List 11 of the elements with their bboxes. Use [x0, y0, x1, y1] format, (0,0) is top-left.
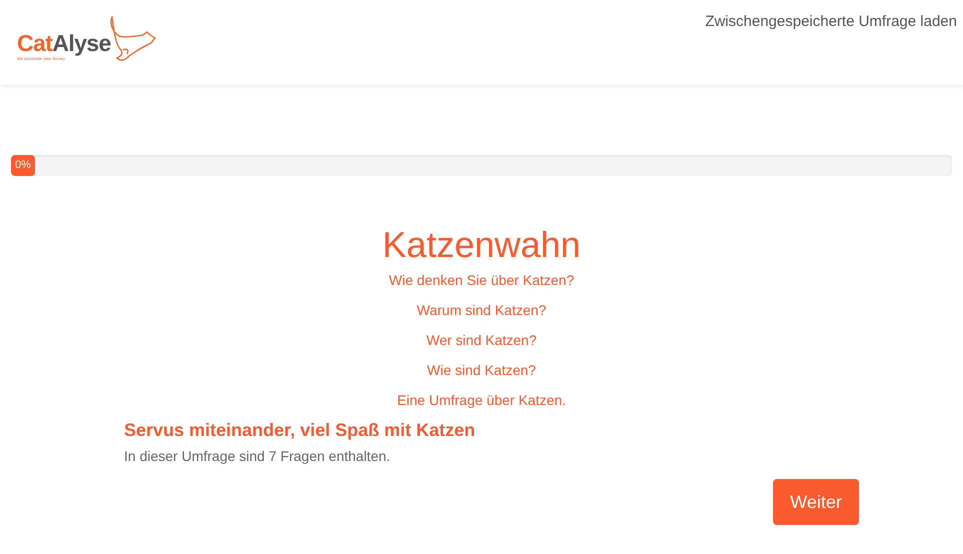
- survey-description-line: Warum sind Katzen?: [416, 301, 546, 320]
- survey-description-line: Wie sind Katzen?: [427, 361, 536, 380]
- load-saved-survey-link[interactable]: Zwischengespeicherte Umfrage laden: [705, 11, 957, 34]
- progress-label: 0%: [15, 158, 31, 174]
- survey-description-line: Eine Umfrage über Katzen.: [397, 391, 566, 410]
- survey-title: Katzenwahn: [382, 225, 581, 265]
- question-count-text: In dieser Umfrage sind 7 Fragen enthalten.: [124, 447, 392, 466]
- welcome-heading: Servus miteinander, viel Spaß mit Katzen: [124, 419, 476, 442]
- survey-description-line: Wie denken Sie über Katzen?: [388, 271, 574, 290]
- survey-description-line: Wer sind Katzen?: [426, 331, 537, 350]
- logo-wordmark: CatAlyse: [17, 32, 111, 55]
